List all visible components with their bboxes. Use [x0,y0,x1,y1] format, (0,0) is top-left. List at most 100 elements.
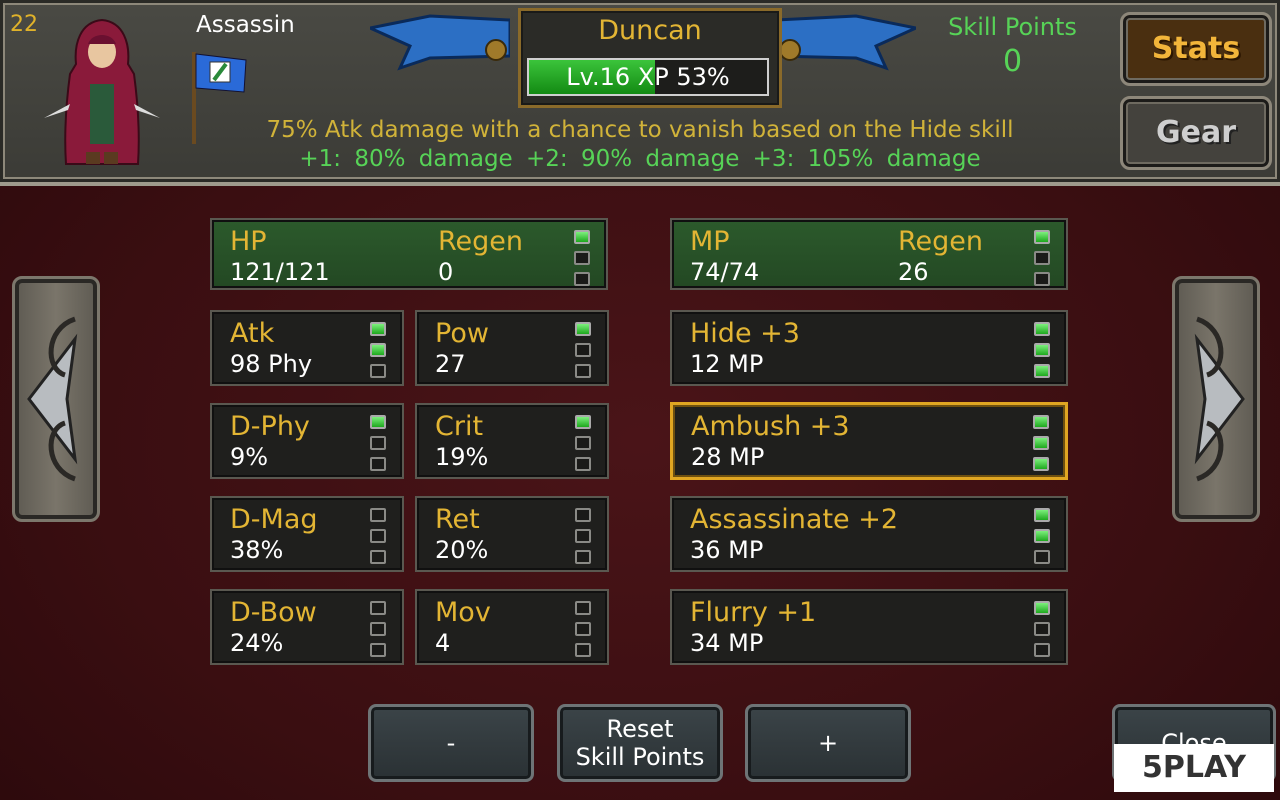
stat-value: 4 [435,629,451,657]
tab-stats[interactable]: Stats [1120,12,1272,86]
mp-value: 74/74 [690,258,760,286]
character-header: 22 Assassin Duncan Lv.16 XP 53% Skill Po… [0,0,1280,186]
upgrade-dot-filled [1034,343,1050,357]
reset-skill-points-button[interactable]: Reset Skill Points [557,704,723,782]
upgrade-dot-empty [575,343,591,357]
plus-button[interactable]: + [745,704,911,782]
stat-label: Crit [435,411,484,442]
upgrade-dot-empty [575,364,591,378]
upgrade-dot-filled [1034,508,1050,522]
next-character-button[interactable] [1172,276,1260,522]
upgrade-dot-empty [575,457,591,471]
upgrade-dot-empty [575,601,591,615]
upgrade-dot-filled [1034,322,1050,336]
stat-upgrade-dots [370,601,388,664]
upgrade-dot-empty [370,364,386,378]
upgrade-dot-empty [1034,622,1050,636]
stat-d-bow[interactable]: D-Bow 24% [210,589,404,665]
upgrade-dot-filled [1034,364,1050,378]
upgrade-dot-empty [370,457,386,471]
upgrade-dot-filled [370,415,386,429]
stat-mov[interactable]: Mov 4 [415,589,609,665]
hp-regen-value: 0 [438,258,454,286]
stat-pow[interactable]: Pow 27 [415,310,609,386]
skill-cost: 34 MP [690,629,764,657]
upgrade-dot-filled [575,322,591,336]
skill-upgrade-dots [1034,601,1052,664]
hp-value: 121/121 [230,258,330,286]
mp-panel[interactable]: MP 74/74 Regen 26 [670,218,1068,290]
stat-value: 19% [435,443,489,471]
upgrade-dot-filled [1033,415,1049,429]
skill-upgrade-dots [1034,322,1052,385]
upgrade-dot-empty [575,508,591,522]
upgrade-dot-filled [574,230,590,244]
skill-ambush-selected[interactable]: Ambush +3 28 MP [670,402,1068,480]
upgrade-dot-filled [1034,230,1050,244]
left-banner-ornament [370,14,510,71]
upgrade-dot-filled [1034,529,1050,543]
upgrade-dot-filled [370,343,386,357]
mp-label: MP [690,226,730,257]
class-name: Assassin [196,12,295,38]
upgrade-dot-empty [1034,251,1050,265]
skill-hide[interactable]: Hide +3 12 MP [670,310,1068,386]
stat-ret[interactable]: Ret 20% [415,496,609,572]
stat-value: 24% [230,629,284,657]
upgrade-dot-empty [1034,643,1050,657]
minus-button[interactable]: - [368,704,534,782]
skill-label: Hide +3 [690,318,800,349]
skill-cost: 36 MP [690,536,764,564]
stat-value: 9% [230,443,269,471]
upgrade-dot-filled [575,415,591,429]
skill-upgrade-dots [1033,415,1051,478]
upgrade-dot-empty [370,622,386,636]
hp-label: HP [230,226,267,257]
skill-flurry[interactable]: Flurry +1 34 MP [670,589,1068,665]
assassin-portrait [44,18,160,165]
upgrade-dot-empty [575,529,591,543]
stat-label: D-Phy [230,411,310,442]
stat-atk[interactable]: Atk 98 Phy [210,310,404,386]
upgrade-dot-filled [370,322,386,336]
skill-assassinate[interactable]: Assassinate +2 36 MP [670,496,1068,572]
stat-d-phy[interactable]: D-Phy 9% [210,403,404,479]
stat-label: Mov [435,597,491,628]
character-name-panel: Duncan Lv.16 XP 53% [518,8,782,108]
stat-upgrade-dots [370,415,388,478]
stat-upgrade-dots [370,322,388,385]
upgrade-dot-empty [575,550,591,564]
stat-upgrade-dots [575,322,593,385]
stat-upgrade-dots [370,508,388,571]
hp-regen-label: Regen [438,226,524,257]
stat-value: 27 [435,350,466,378]
stat-upgrade-dots [575,601,593,664]
stat-crit[interactable]: Crit 19% [415,403,609,479]
skill-upgrade-dots [1034,508,1052,571]
skill-cost: 28 MP [691,443,765,471]
stat-label: Ret [435,504,480,535]
skill-cost: 12 MP [690,350,764,378]
upgrade-dot-empty [574,251,590,265]
skill-points-value: 0 [1002,44,1023,79]
right-arrow-ornament-icon [1194,316,1245,482]
stat-label: Pow [435,318,489,349]
upgrade-dot-empty [1034,272,1050,286]
left-arrow-ornament-icon [27,316,78,482]
watermark-logo: 5PLAY [1114,744,1274,792]
upgrade-dot-empty [370,436,386,450]
tab-gear[interactable]: Gear [1120,96,1272,170]
skill-label: Ambush +3 [691,411,850,442]
reset-label-line1: Reset [606,715,674,743]
hp-upgrade-dots [574,230,592,293]
upgrade-dot-empty [370,601,386,615]
xp-text: Lv.16 XP 53% [566,63,730,91]
hp-panel[interactable]: HP 121/121 Regen 0 [210,218,608,290]
reset-label-line2: Skill Points [575,743,705,771]
stat-d-mag[interactable]: D-Mag 38% [210,496,404,572]
character-name: Duncan [598,15,702,46]
skill-description-tiers: +1: 80% damage +2: 90% damage +3: 105% d… [299,146,981,172]
upgrade-dot-filled [1033,457,1049,471]
previous-character-button[interactable] [12,276,100,522]
upgrade-dot-empty [575,643,591,657]
